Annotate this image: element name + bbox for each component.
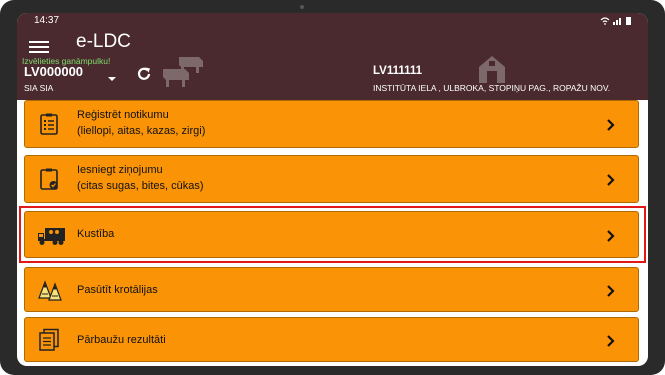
- menu-item-label: Reģistrēt notikumu (liellopi, aitas, kaz…: [77, 107, 205, 139]
- documents-icon: [37, 328, 61, 352]
- chevron-right-icon: [606, 118, 616, 131]
- chevron-right-icon: [606, 284, 616, 297]
- tablet-bezel: 14:37 e-LDC Izvēlieties ganāmpulku! LV00…: [0, 0, 665, 375]
- farm-address: INSTITŪTA IELA , ULBROKA, STOPIŅU PAG., …: [373, 83, 611, 93]
- hamburger-menu-icon[interactable]: [29, 38, 49, 54]
- menu-item-title: Pārbaužu rezultāti: [77, 334, 166, 346]
- chevron-right-icon: [606, 229, 616, 242]
- app-title: e-LDC: [76, 31, 131, 52]
- menu-item-title: Reģistrēt notikumu: [77, 109, 169, 121]
- register-list-icon: [37, 112, 61, 136]
- chevron-right-icon: [606, 173, 616, 186]
- ear-tags-icon: [37, 278, 65, 302]
- menu-item-order-ear-tags[interactable]: Pasūtīt krotālijas: [24, 267, 639, 312]
- menu-item-submit-report[interactable]: Iesniegt ziņojumu (citas sugas, bites, c…: [24, 155, 639, 203]
- menu-item-inspection-results[interactable]: Pārbaužu rezultāti: [24, 317, 639, 362]
- chevron-right-icon: [606, 334, 616, 347]
- screen: 14:37 e-LDC Izvēlieties ganāmpulku! LV00…: [17, 13, 648, 366]
- barn-icon: [476, 53, 508, 85]
- menu-item-label: Iesniegt ziņojumu (citas sugas, bites, c…: [77, 162, 204, 194]
- farm-id: LV111111: [373, 65, 423, 77]
- chevron-down-icon[interactable]: [107, 71, 117, 81]
- status-icons: [600, 16, 634, 27]
- clipboard-check-icon: [37, 167, 61, 191]
- app-bar: 14:37 e-LDC Izvēlieties ganāmpulku! LV00…: [17, 13, 648, 100]
- menu-item-subtitle: (liellopi, aitas, kazas, zirgi): [77, 125, 206, 137]
- menu-item-register-event[interactable]: Reģistrēt notikumu (liellopi, aitas, kaz…: [24, 100, 639, 148]
- herd-id[interactable]: LV000000: [24, 64, 83, 79]
- status-time: 14:37: [34, 15, 60, 26]
- status-bar: 14:37: [17, 13, 648, 31]
- menu-item-title: Kustība: [77, 228, 115, 240]
- menu-item-movement[interactable]: Kustība: [24, 211, 639, 258]
- menu-item-title: Pasūtīt krotālijas: [77, 284, 158, 296]
- menu-item-title: Iesniegt ziņojumu: [77, 164, 163, 176]
- herd-owner: SIA SIA: [24, 83, 54, 93]
- livestock-truck-icon: [37, 223, 67, 247]
- camera-dot: [300, 5, 304, 9]
- refresh-icon[interactable]: [135, 65, 153, 83]
- cattle-icon: [159, 53, 207, 89]
- wifi-signal-battery-icon: [600, 17, 631, 25]
- menu-item-subtitle: (citas sugas, bites, cūkas): [77, 180, 204, 192]
